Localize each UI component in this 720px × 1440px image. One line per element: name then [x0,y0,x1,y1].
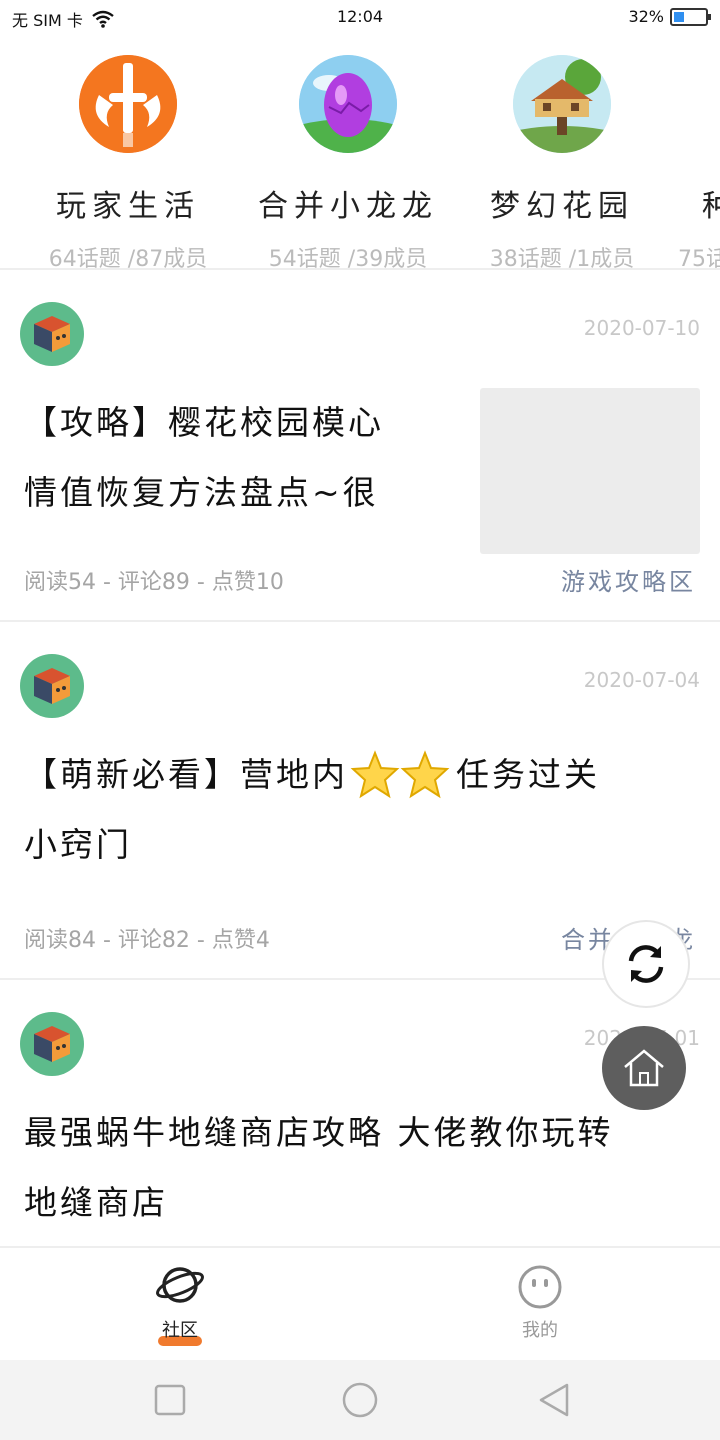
post-title-line: 最强蜗牛地缝商店攻略 大佬教你玩转 [24,1113,614,1152]
treehouse-icon [513,55,611,153]
group-meta: 75话 [678,247,720,268]
group-name: 玩家生活 [56,189,200,224]
clock: 12:04 [336,7,384,26]
group-name: 梦幻花园 [490,189,634,224]
group-name: 种 [664,181,720,225]
home-nav-button[interactable] [340,1380,380,1420]
bottom-tab-bar: 社区 我的 [0,1246,720,1360]
planet-icon [156,1267,204,1303]
tab-community[interactable]: 社区 [120,1264,240,1346]
recent-apps-button[interactable] [150,1380,190,1420]
back-triangle-icon [539,1383,569,1417]
group-item-dream-garden[interactable]: 梦幻花园 38话题 /1成员 [452,50,672,268]
home-button[interactable] [602,1026,686,1110]
post-stats: 阅读54 - 评论89 - 点赞10 [24,570,284,595]
group-item-merge-dragons[interactable]: 合并小龙龙 54话题 /39成员 [238,50,458,268]
status-right: 32% [628,7,711,26]
post-title-line: 小窍门 [24,825,132,864]
post-date: 2020-07-04 [583,668,700,692]
post-thumbnail[interactable] [480,388,700,554]
post-title-line: 地缝商店 [24,1183,168,1222]
post-title[interactable]: 【萌新必看】营地内 任务过关 小窍门 [24,740,600,880]
post-title[interactable]: 最强蜗牛地缝商店攻略 大佬教你玩转 地缝商店 [24,1098,614,1238]
cube-avatar-icon [34,316,70,352]
tab-label: 我的 [522,1320,558,1341]
cube-avatar-icon [34,1026,70,1062]
post-title-line: 【萌新必看】营地内 任务过关 [24,740,600,810]
group-carousel[interactable]: 玩家生活 64话题 /87成员 合并小龙龙 54话题 /39成员 梦幻花园 38… [0,50,720,268]
system-nav-bar [0,1360,720,1440]
smiley-icon [518,1265,562,1309]
post-title[interactable]: 【攻略】樱花校园模心 情值恢复方法盘点~很 [24,388,384,528]
sword-logo-icon [79,55,177,153]
post-stats: 阅读84 - 评论82 - 点赞4 [24,928,270,953]
post-title-line: 【攻略】樱花校园模心 [24,403,384,442]
post-title-text: 任务过关 [456,755,600,794]
tab-label: 社区 [162,1320,198,1341]
avatar[interactable] [20,654,84,718]
group-meta: 54话题 /39成员 [268,247,428,268]
post-title-line: 情值恢复方法盘点~很 [24,473,379,512]
post-date: 2020-07-10 [583,316,700,340]
group-name: 合并小龙龙 [258,189,438,224]
circle-icon [342,1382,378,1418]
battery-icon [670,7,711,26]
dragon-egg-icon [299,55,397,153]
home-icon [624,1049,664,1087]
group-meta: 38话题 /1成员 [489,247,635,268]
status-bar: 无 SIM 卡 12:04 32% [0,0,720,34]
post-category-link[interactable]: 游戏攻略区 [561,562,696,597]
avatar[interactable] [20,1012,84,1076]
refresh-button[interactable] [602,920,690,1008]
post-card[interactable]: 2020-07-10 【攻略】樱花校园模心 情值恢复方法盘点~很 阅读54 - … [0,270,720,622]
post-card[interactable]: 2020-07-01 最强蜗牛地缝商店攻略 大佬教你玩转 地缝商店 [0,980,720,1246]
tab-mine[interactable]: 我的 [480,1264,600,1342]
cube-avatar-icon [34,668,70,704]
back-button[interactable] [534,1380,574,1420]
avatar[interactable] [20,302,84,366]
post-title-text: 【萌新必看】营地内 [24,755,348,794]
group-meta: 64话题 /87成员 [48,247,208,268]
square-icon [154,1384,186,1416]
star-icon [350,750,400,799]
group-item-partial[interactable]: 种 75话 [664,50,720,268]
star-icon [400,750,450,799]
group-item-player-life[interactable]: 玩家生活 64话题 /87成员 [18,50,238,268]
battery-percent: 32% [628,7,664,26]
post-card[interactable]: 2020-07-04 【萌新必看】营地内 任务过关 小窍门 阅读84 - 评论8… [0,622,720,980]
refresh-icon [628,945,664,983]
